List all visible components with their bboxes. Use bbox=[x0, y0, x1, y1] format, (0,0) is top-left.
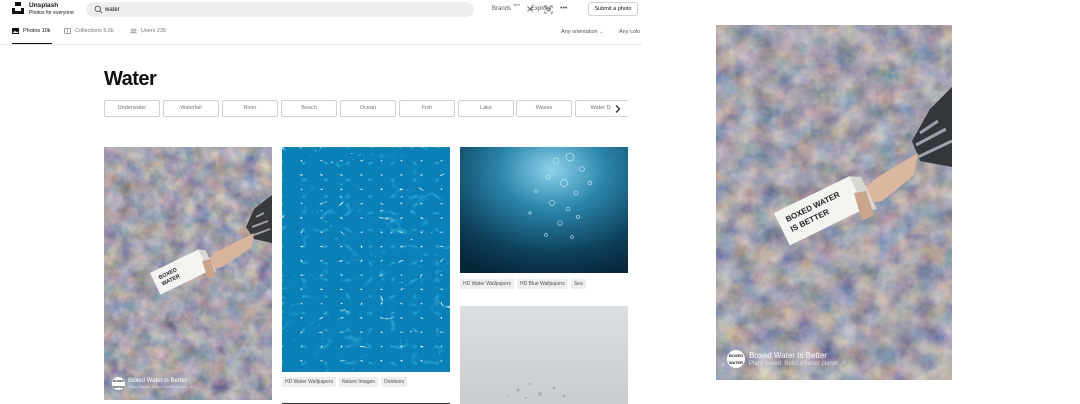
tag-chip[interactable]: HD Blue Wallpapers bbox=[516, 279, 568, 289]
search-input[interactable] bbox=[105, 3, 405, 16]
credit-name: Boxed Water Is Better bbox=[749, 351, 827, 360]
new-badge: New bbox=[513, 3, 521, 7]
pool-water-photo bbox=[282, 147, 450, 372]
boxed-water-avatar: BOXED WATER bbox=[112, 377, 125, 390]
media-tabs: Photos 10k Collections 5.6k Users 235 An… bbox=[0, 22, 642, 45]
top-bar: Unsplash Photos for everyone Brands New … bbox=[0, 0, 642, 20]
credit-subtitle: Plant-based. Build a better planet. ↗ bbox=[749, 361, 847, 367]
expanded-photo[interactable]: BOXED WATER IS BETTER BOXED WATER Boxed … bbox=[716, 25, 952, 380]
tab-label: Photos 10k bbox=[23, 28, 51, 34]
more-menu-icon[interactable]: ••• bbox=[560, 5, 567, 12]
chevron-right-icon[interactable] bbox=[611, 103, 625, 115]
related-chip[interactable]: Beach bbox=[281, 100, 337, 117]
tab-collections[interactable]: Collections 5.6k bbox=[64, 28, 114, 44]
tag-chip[interactable]: Nature Images bbox=[338, 377, 378, 387]
collection-icon bbox=[64, 28, 71, 34]
photo-card[interactable]: BOXED WATER BOXED WATER Boxed Water Is B… bbox=[104, 147, 272, 400]
related-chip[interactable]: Waterfall bbox=[163, 100, 219, 117]
related-searches: Underwater Waterfall River Beach Ocean F… bbox=[104, 100, 628, 118]
search-bar[interactable] bbox=[86, 2, 553, 17]
water-splash-photo bbox=[460, 306, 628, 404]
color-filter[interactable]: Any colo bbox=[619, 29, 640, 35]
credit-text: Boxed Water Is Better Plant-based. Build… bbox=[749, 351, 846, 367]
boxed-water-avatar: BOXED WATER bbox=[727, 350, 745, 368]
brand-name[interactable]: Unsplash bbox=[29, 2, 58, 9]
tab-photos[interactable]: Photos 10k bbox=[12, 28, 52, 44]
photo-card[interactable] bbox=[460, 306, 628, 404]
credit-text: Boxed Water Is Better Plant-based. Build… bbox=[128, 378, 193, 389]
photo-card[interactable] bbox=[460, 147, 628, 273]
related-chip[interactable]: Waves bbox=[516, 100, 572, 117]
related-chip[interactable]: River bbox=[222, 100, 278, 117]
orientation-filter-label: Any orientation bbox=[561, 29, 598, 35]
related-chip[interactable]: Underwater bbox=[104, 100, 160, 117]
underwater-bubbles-photo bbox=[460, 147, 628, 273]
tab-label: Collections 5.6k bbox=[75, 28, 114, 34]
tag-chip[interactable]: Outdoors bbox=[380, 377, 408, 387]
tab-users[interactable]: Users 235 bbox=[130, 28, 166, 44]
photo-credit[interactable]: BOXED WATER Boxed Water Is Better Plant-… bbox=[112, 377, 193, 390]
tag-chip[interactable]: Sea bbox=[570, 279, 586, 289]
browser-pane: Unsplash Photos for everyone Brands New … bbox=[0, 0, 642, 404]
tag-chip[interactable]: HD Water Wallpapers bbox=[282, 377, 336, 387]
photo-tags: HD Water Wallpapers Nature Images Outdoo… bbox=[282, 377, 408, 387]
search-icon[interactable] bbox=[94, 5, 103, 14]
photo-credit[interactable]: BOXED WATER Boxed Water Is Better Plant-… bbox=[727, 350, 846, 368]
nav-brands-link[interactable]: Brands bbox=[492, 6, 511, 12]
photo-card[interactable] bbox=[282, 147, 450, 372]
related-chip[interactable]: Ocean bbox=[340, 100, 396, 117]
submit-photo-button[interactable]: Submit a photo bbox=[588, 2, 638, 16]
credit-subtitle: Plant-based. Build a better planet. ↗ bbox=[128, 384, 193, 389]
nav-explore-link[interactable]: Explore bbox=[531, 6, 551, 12]
chevron-down-icon: ⌄ bbox=[599, 29, 604, 35]
related-chip[interactable]: Lake bbox=[458, 100, 514, 117]
unsplash-logo-icon[interactable] bbox=[12, 2, 24, 14]
brand-tagline: Photos for everyone bbox=[29, 10, 74, 16]
photo-tags: HD Water Wallpapers HD Blue Wallpapers S… bbox=[460, 279, 586, 289]
rocky-riverbed-photo: BOXED WATER IS BETTER bbox=[716, 25, 952, 380]
orientation-filter[interactable]: Any orientation ⌄ bbox=[561, 29, 603, 35]
users-icon bbox=[130, 28, 137, 34]
page-title: Water bbox=[104, 68, 157, 90]
rocky-riverbed-photo: BOXED WATER bbox=[104, 147, 272, 400]
photo-icon bbox=[12, 28, 19, 34]
tab-label: Users 235 bbox=[141, 28, 167, 34]
related-chip[interactable]: Fish bbox=[399, 100, 455, 117]
tag-chip[interactable]: HD Water Wallpapers bbox=[460, 279, 514, 289]
